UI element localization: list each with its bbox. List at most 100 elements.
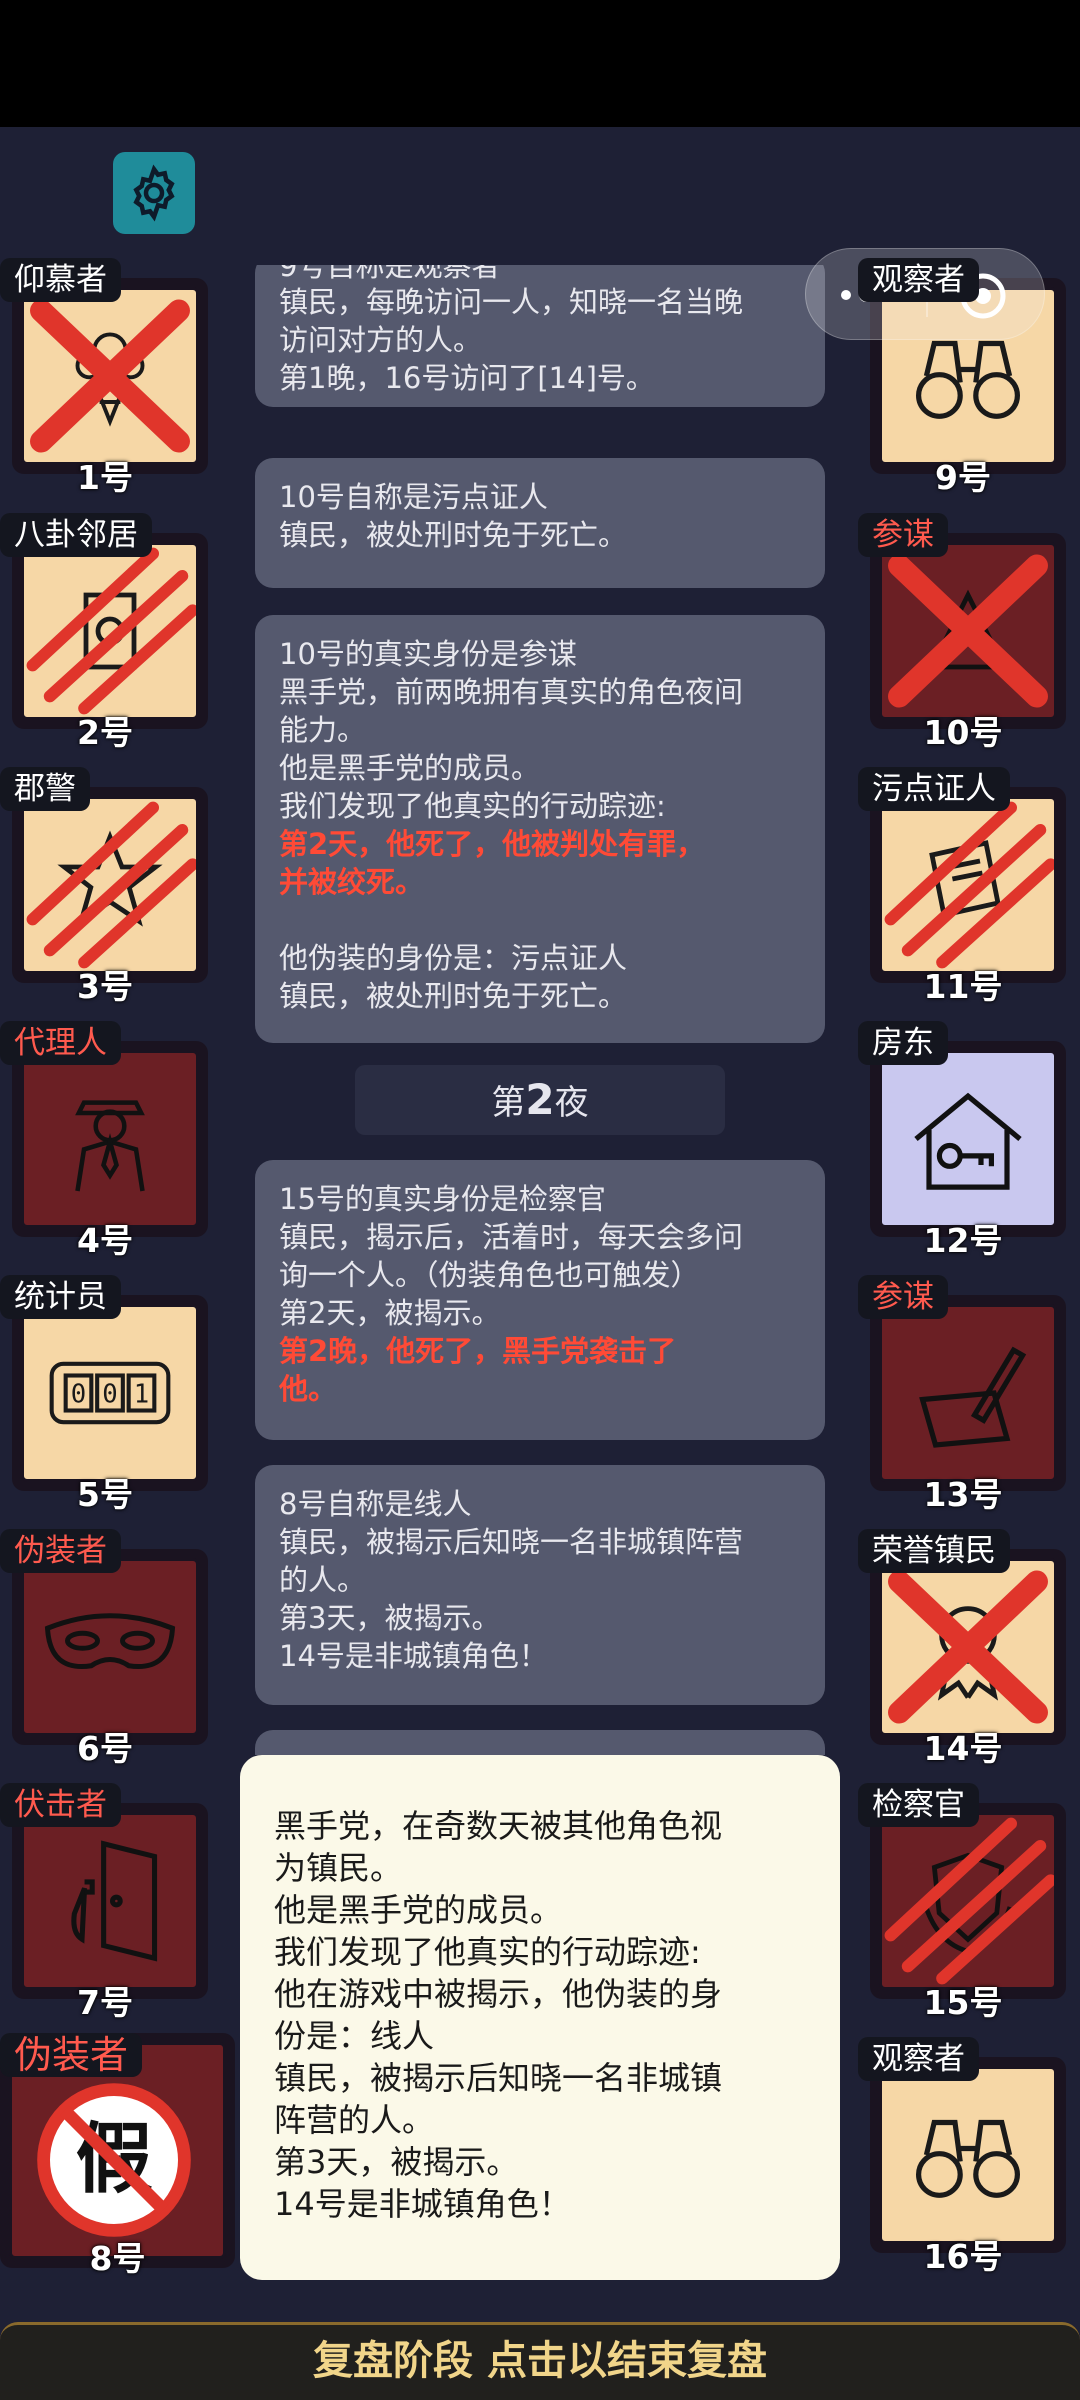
- player-number: 10号: [923, 713, 1003, 752]
- player-card-3[interactable]: 郡警 3号: [0, 767, 210, 1006]
- log-entry: [255, 1730, 825, 1755]
- log-line-highlight: 第2天，他死了，他被判处有罪，: [279, 827, 706, 861]
- player-number: 3号: [77, 967, 133, 1006]
- role-label: 污点证人: [858, 767, 1010, 811]
- log-line: 第1晚，16号访问了[14]号。: [279, 361, 655, 395]
- popup-line: 为镇民。: [274, 1849, 403, 1887]
- neighbor-icon: [83, 592, 137, 670]
- svg-text:0: 0: [71, 1379, 86, 1409]
- role-label: 检察官: [858, 1783, 979, 1827]
- role-label: 伪装者: [0, 1529, 121, 1573]
- counter-icon: 0 0 1: [49, 1361, 171, 1425]
- player-portrait: [12, 1549, 208, 1745]
- log-line: 镇民，被处刑时免于死亡。: [279, 979, 628, 1013]
- player-portrait: [12, 1803, 208, 1999]
- player-number: 7号: [77, 1983, 133, 2022]
- log-line: 第2天，被揭示。: [279, 1296, 501, 1330]
- log-line-highlight: 第2晚，他死了，黑手党袭击了: [279, 1334, 677, 1368]
- log-line: 14号是非城镇角色！: [279, 1639, 548, 1673]
- role-detail-popup[interactable]: 黑手党，在奇数天被其他角色视 为镇民。 他是黑手党的成员。 我们发现了他真实的行…: [240, 1755, 840, 2280]
- night-banner-suffix: 夜: [554, 1083, 589, 1123]
- player-number: 15号: [923, 1983, 1003, 2022]
- player-number: 12号: [923, 1221, 1003, 1260]
- player-card-7[interactable]: 伏击者 7号: [0, 1783, 210, 2022]
- role-label: 房东: [858, 1021, 948, 1065]
- log-line: 15号的真实身份是检察官: [279, 1182, 606, 1216]
- end-review-button[interactable]: 复盘阶段 点击以结束复盘: [0, 2322, 1080, 2400]
- player-card-5[interactable]: 0 0 1 统计员 5号: [0, 1275, 210, 1514]
- player-number: 11号: [923, 967, 1003, 1006]
- player-card-14[interactable]: 荣誉镇民 14号: [858, 1529, 1068, 1768]
- player-card-10[interactable]: 参谋 10号: [858, 513, 1068, 752]
- role-label: 仰慕者: [0, 258, 121, 302]
- log-line: 镇民，被揭示后知晓一名非城镇阵营: [279, 1525, 744, 1559]
- log-entry: 15号的真实身份是检察官 镇民，揭示后，活着时，每天会多问 询一个人。（伪装角色…: [255, 1160, 825, 1440]
- popup-line: 14号是非城镇角色！: [274, 2185, 571, 2223]
- popup-line: 第3天，被揭示。: [274, 2143, 519, 2181]
- player-portrait: [12, 278, 208, 474]
- pen-paper-icon: [919, 1346, 1027, 1448]
- player-portrait: [12, 1041, 208, 1237]
- player-portrait: [870, 787, 1066, 983]
- game-log[interactable]: 9号自称是观察者 镇民，每晚访问一人，知晓一名当晚 访问对方的人。 第1晚，16…: [255, 265, 825, 1755]
- role-label: 荣誉镇民: [858, 1529, 1010, 1573]
- sheriff-badge-icon: [57, 830, 163, 927]
- player-card-4[interactable]: 代理人 4号: [0, 1021, 210, 1260]
- log-entry: 10号的真实身份是参谋 黑手党，前两晚拥有真实的角色夜间 能力。 他是黑手党的成…: [255, 615, 825, 1043]
- role-label: 观察者: [858, 2037, 979, 2081]
- player-portrait: [870, 1803, 1066, 1999]
- log-line: 镇民，每晚访问一人，知晓一名当晚: [279, 285, 744, 319]
- player-card-15[interactable]: 检察官 15号: [858, 1783, 1068, 2022]
- popup-line: 黑手党，在奇数天被其他角色视: [274, 1807, 723, 1845]
- player-card-6[interactable]: 伪装者 6号: [0, 1529, 210, 1768]
- role-label: 参谋: [858, 513, 948, 557]
- svg-text:1: 1: [134, 1379, 149, 1409]
- svg-text:0: 0: [102, 1379, 117, 1409]
- log-line: 的人。: [279, 1563, 367, 1597]
- log-line-highlight: 他。: [279, 1372, 338, 1406]
- player-number: 16号: [923, 2237, 1003, 2276]
- mask-icon: [44, 1613, 176, 1670]
- role-label: 代理人: [0, 1021, 121, 1065]
- log-line: 黑手党，前两晚拥有真实的角色夜间: [279, 675, 744, 709]
- player-card-16[interactable]: 观察者 16号: [858, 2037, 1068, 2276]
- log-line: 访问对方的人。: [279, 323, 483, 357]
- player-card-1[interactable]: 仰慕者 1号: [0, 258, 210, 497]
- player-portrait: [12, 533, 208, 729]
- player-portrait: 0 0 1: [12, 1295, 208, 1491]
- staff-icon: [928, 589, 1008, 670]
- player-number: 14号: [923, 1729, 1003, 1768]
- shield-laurel-icon: [923, 1852, 1013, 1954]
- player-card-2[interactable]: 八卦邻居 2号: [0, 513, 210, 752]
- player-number: 2号: [77, 713, 133, 752]
- player-portrait: [12, 787, 208, 983]
- log-line: 8号自称是线人: [279, 1487, 472, 1521]
- night-banner-number: 2: [525, 1075, 555, 1124]
- player-portrait: [870, 533, 1066, 729]
- player-portrait: [870, 1041, 1066, 1237]
- log-line: 镇民，被处刑时免于死亡。: [279, 518, 628, 552]
- medal-icon: [937, 1606, 999, 1701]
- player-number: 1号: [77, 458, 133, 497]
- log-entry: 10号自称是污点证人 镇民，被处刑时免于死亡。: [255, 458, 825, 588]
- player-card-13[interactable]: 参谋 13号: [858, 1275, 1068, 1514]
- player-card-11[interactable]: 污点证人 11号: [858, 767, 1068, 1006]
- log-line: 他是黑手党的成员。: [279, 751, 541, 785]
- settings-button[interactable]: [113, 152, 195, 234]
- player-card-12[interactable]: 房东 12号: [858, 1021, 1068, 1260]
- player-portrait: [870, 2057, 1066, 2253]
- popup-line: 镇民，被揭示后知晓一名非城镇: [274, 2059, 723, 2097]
- player-number: 6号: [77, 1729, 133, 1768]
- role-label: 参谋: [858, 1275, 948, 1319]
- log-entry: 9号自称是观察者 镇民，每晚访问一人，知晓一名当晚 访问对方的人。 第1晚，16…: [255, 265, 825, 407]
- player-portrait: [870, 1295, 1066, 1491]
- knife-door-icon: [71, 1840, 158, 1962]
- log-line: 询一个人。（伪装角色也可触发）: [279, 1258, 700, 1292]
- popup-line: 阵营的人。: [274, 2101, 435, 2139]
- log-line-highlight: 并被绞死。: [279, 865, 425, 899]
- player-number: 5号: [77, 1475, 133, 1514]
- role-label: 统计员: [0, 1275, 121, 1319]
- player-number: 9号: [935, 458, 991, 497]
- popup-line: 份是：线人: [274, 2017, 435, 2055]
- night-banner-prefix: 第: [491, 1083, 526, 1123]
